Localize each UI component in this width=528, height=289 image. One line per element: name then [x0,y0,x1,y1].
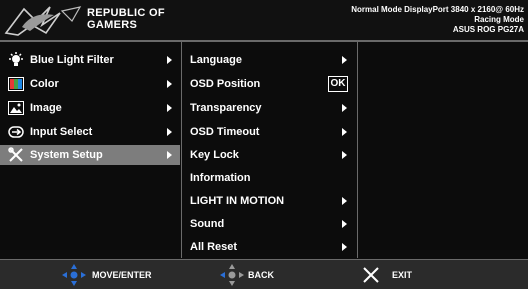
main-menu-label: System Setup [30,149,103,161]
detail-panel [357,42,528,258]
sub-menu-item-sound[interactable]: Sound [182,214,357,234]
sub-menu-item-transparency[interactable]: Transparency [182,98,357,118]
sub-menu: Language OSD Position OK Transparency OS… [181,42,358,258]
footer-back[interactable]: BACK [220,260,274,289]
chevron-right-icon [167,80,172,88]
main-menu-item-color[interactable]: Color [0,74,180,94]
bulb-icon [8,52,24,68]
sub-menu-item-key-lock[interactable]: Key Lock [182,145,357,165]
chevron-right-icon [342,220,347,228]
footer-move-label: MOVE/ENTER [92,269,152,280]
footer-exit[interactable]: EXIT [362,260,412,289]
footer-exit-label: EXIT [392,269,413,280]
main-menu-label: Image [30,102,62,114]
main-menu-label: Color [30,78,59,90]
footer-move-enter[interactable]: MOVE/ENTER [62,260,152,289]
chevron-right-icon [342,128,347,136]
main-menu-item-image[interactable]: Image [0,98,180,118]
input-icon [8,124,24,140]
joystick-back-icon [220,263,244,286]
wrench-icon [8,147,24,163]
status-line3: ASUS ROG PG27A [452,25,524,34]
sub-menu-label: Information [190,172,251,184]
sub-menu-label: OSD Position [190,78,261,90]
sub-menu-label: Transparency [190,102,262,114]
osd-header: REPUBLIC OF GAMERS Normal Mode DisplayPo… [0,0,528,42]
chevron-right-icon [342,56,347,64]
ok-badge: OK [328,76,348,92]
osd-menu: REPUBLIC OF GAMERS Normal Mode DisplayPo… [0,0,528,289]
chevron-right-icon [342,243,347,251]
sub-menu-label: Sound [190,218,225,230]
status-info: Normal Mode DisplayPort 3840 x 2160@ 60H… [351,5,524,35]
status-line2: Racing Mode [474,15,524,24]
sub-menu-label: LIGHT IN MOTION [190,195,285,207]
sub-menu-item-all-reset[interactable]: All Reset [182,237,357,257]
footer-back-label: BACK [248,269,274,280]
main-menu-item-input-select[interactable]: Input Select [0,122,180,142]
sub-menu-label: OSD Timeout [190,126,260,138]
sub-menu-item-osd-timeout[interactable]: OSD Timeout [182,122,357,142]
main-menu-item-system-setup[interactable]: System Setup [0,145,180,165]
brand-text: REPUBLIC OF GAMERS [87,7,165,31]
main-menu-label: Blue Light Filter [30,54,114,66]
chevron-right-icon [342,197,347,205]
sub-menu-label: Language [190,54,242,66]
sub-menu-item-osd-position[interactable]: OSD Position OK [182,74,357,94]
status-line1: Normal Mode DisplayPort 3840 x 2160@ 60H… [351,5,524,14]
brand-line2: GAMERS [87,19,138,31]
osd-footer: MOVE/ENTER BACK EXIT [0,259,528,289]
main-menu-label: Input Select [30,126,93,138]
chevron-right-icon [342,151,347,159]
close-icon [363,266,379,283]
sub-menu-label: All Reset [190,241,238,253]
sub-menu-item-light-in-motion[interactable]: LIGHT IN MOTION [182,191,357,211]
brand-line1: REPUBLIC OF [87,7,165,19]
chevron-right-icon [167,104,172,112]
joystick-icon [62,263,86,286]
image-icon [8,100,24,116]
main-menu: Blue Light Filter Color Image Input Sele… [0,42,180,258]
chevron-right-icon [342,104,347,112]
sub-menu-item-information[interactable]: Information [182,168,357,188]
sub-menu-label: Key Lock [190,149,239,161]
color-icon [8,76,24,92]
chevron-right-icon [167,56,172,64]
chevron-right-icon [167,151,172,159]
main-menu-item-blue-light-filter[interactable]: Blue Light Filter [0,50,180,70]
sub-menu-item-language[interactable]: Language [182,50,357,70]
chevron-right-icon [167,128,172,136]
